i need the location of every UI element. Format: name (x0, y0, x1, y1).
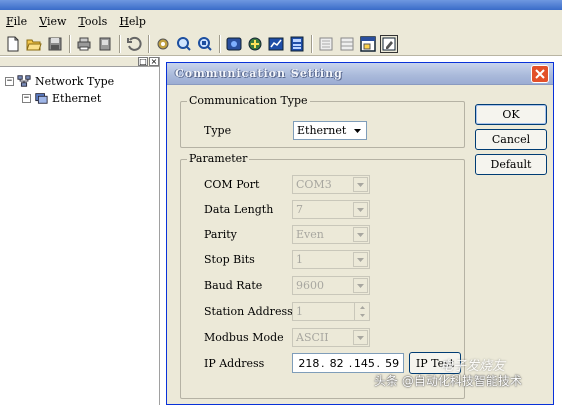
cancel-button[interactable]: Cancel (475, 129, 547, 150)
baud-rate-label: Baud Rate (204, 279, 263, 292)
grid-icon[interactable] (338, 35, 356, 53)
monitor-icon[interactable] (225, 35, 243, 53)
search-icon[interactable] (175, 35, 193, 53)
chevron-down-icon[interactable] (353, 252, 368, 267)
search-device-icon[interactable] (196, 35, 214, 53)
stop-bits-label: Stop Bits (204, 253, 255, 266)
config-icon[interactable] (246, 35, 264, 53)
list-icon[interactable] (317, 35, 335, 53)
ok-button[interactable]: OK (475, 104, 547, 125)
parity-label: Parity (204, 228, 237, 241)
new-file-icon[interactable] (4, 35, 22, 53)
com-port-label: COM Port (204, 178, 260, 191)
menu-tools[interactable]: Tools (78, 15, 107, 28)
type-label: Type (204, 124, 232, 137)
pane-restore-button[interactable]: □ (138, 57, 148, 66)
ip-octet-2: 82 (329, 356, 344, 370)
menu-help[interactable]: Help (119, 15, 146, 28)
modbus-mode-label: Modbus Mode (204, 331, 284, 344)
tree-item-network-type[interactable]: − Network Type (5, 74, 114, 88)
toolbar-separator (219, 34, 221, 53)
parity-value: Even (296, 228, 324, 241)
dialog-title-bar[interactable]: Communication Setting (167, 63, 553, 85)
window-icon[interactable] (359, 35, 377, 53)
ip-octet-1: 218 (298, 356, 320, 370)
settings-icon[interactable] (154, 35, 172, 53)
communication-type-group: Communication Type Type Ethernet (180, 94, 465, 148)
data-length-label: Data Length (204, 203, 274, 216)
collapse-toggle[interactable]: − (22, 93, 31, 103)
ethernet-icon (35, 93, 48, 104)
menu-bar: File View Tools Help (0, 10, 562, 32)
data-length-value: 7 (296, 203, 303, 216)
tree-item-label: Network Type (35, 74, 115, 88)
tree-pane-header: □ × (0, 57, 159, 67)
chevron-down-icon[interactable] (353, 202, 368, 217)
menu-file[interactable]: File (6, 15, 27, 28)
station-address-value: 1 (296, 305, 303, 318)
station-address-spinner[interactable]: 1 (292, 302, 370, 321)
chevron-down-icon[interactable] (353, 177, 368, 192)
com-port-value: COM3 (296, 178, 332, 191)
com-port-select[interactable]: COM3 (292, 175, 370, 194)
chevron-down-icon[interactable] (350, 123, 365, 138)
parameter-group: Parameter COM Port COM3 Data Length 7 Pa… (180, 152, 465, 399)
toolbar-separator (69, 34, 71, 53)
ip-address-label: IP Address (204, 357, 265, 370)
collapse-toggle[interactable]: − (5, 76, 14, 86)
station-address-label: Station Address (204, 305, 293, 318)
toolbar (0, 32, 562, 56)
chevron-down-icon[interactable] (353, 330, 368, 345)
edit-icon[interactable] (380, 34, 398, 53)
modbus-mode-select[interactable]: ASCII (292, 328, 370, 347)
group-title: Communication Type (187, 94, 310, 107)
open-folder-icon[interactable] (25, 35, 43, 53)
tree-pane: □ × − Network Type − Ethernet (0, 57, 160, 405)
app-title-bar (0, 0, 562, 10)
communication-setting-dialog: Communication Setting Communication Type… (166, 62, 554, 405)
baud-rate-select[interactable]: 9600 (292, 276, 370, 295)
network-icon (17, 75, 31, 87)
type-select[interactable]: Ethernet (293, 121, 367, 140)
save-icon[interactable] (46, 35, 64, 53)
spin-up-icon[interactable] (354, 303, 369, 312)
chevron-down-icon[interactable] (353, 278, 368, 293)
ip-address-input[interactable]: 218 . 82 . 145 . 59 (292, 353, 404, 373)
network-icon[interactable] (288, 35, 306, 53)
modbus-mode-value: ASCII (296, 331, 329, 344)
toolbar-separator (119, 34, 121, 53)
chart-icon[interactable] (267, 35, 285, 53)
close-button[interactable] (531, 65, 549, 83)
toolbar-separator (311, 34, 313, 53)
menu-view[interactable]: View (39, 15, 66, 28)
baud-rate-value: 9600 (296, 279, 324, 292)
chevron-down-icon[interactable] (353, 227, 368, 242)
watermark-text: 头条 @自动化科技智能技术 (374, 374, 522, 388)
default-button[interactable]: Default (475, 154, 547, 175)
data-length-select[interactable]: 7 (292, 200, 370, 219)
refresh-icon[interactable] (125, 35, 143, 53)
tree-item-ethernet[interactable]: − Ethernet (22, 91, 101, 105)
ip-octet-4: 59 (385, 356, 400, 370)
type-value: Ethernet (297, 124, 347, 137)
ip-octet-3: 145 (353, 356, 375, 370)
toolbar-separator (148, 34, 150, 53)
tree-item-label: Ethernet (52, 91, 102, 105)
spin-down-icon[interactable] (354, 311, 369, 320)
print-icon[interactable] (75, 35, 93, 53)
dialog-title: Communication Setting (175, 67, 343, 80)
stop-bits-value: 1 (296, 253, 303, 266)
print-preview-icon[interactable] (96, 35, 114, 53)
pane-close-button[interactable]: × (149, 57, 159, 66)
stop-bits-select[interactable]: 1 (292, 250, 370, 269)
group-title: Parameter (187, 152, 250, 165)
parity-select[interactable]: Even (292, 225, 370, 244)
close-icon (535, 69, 545, 79)
